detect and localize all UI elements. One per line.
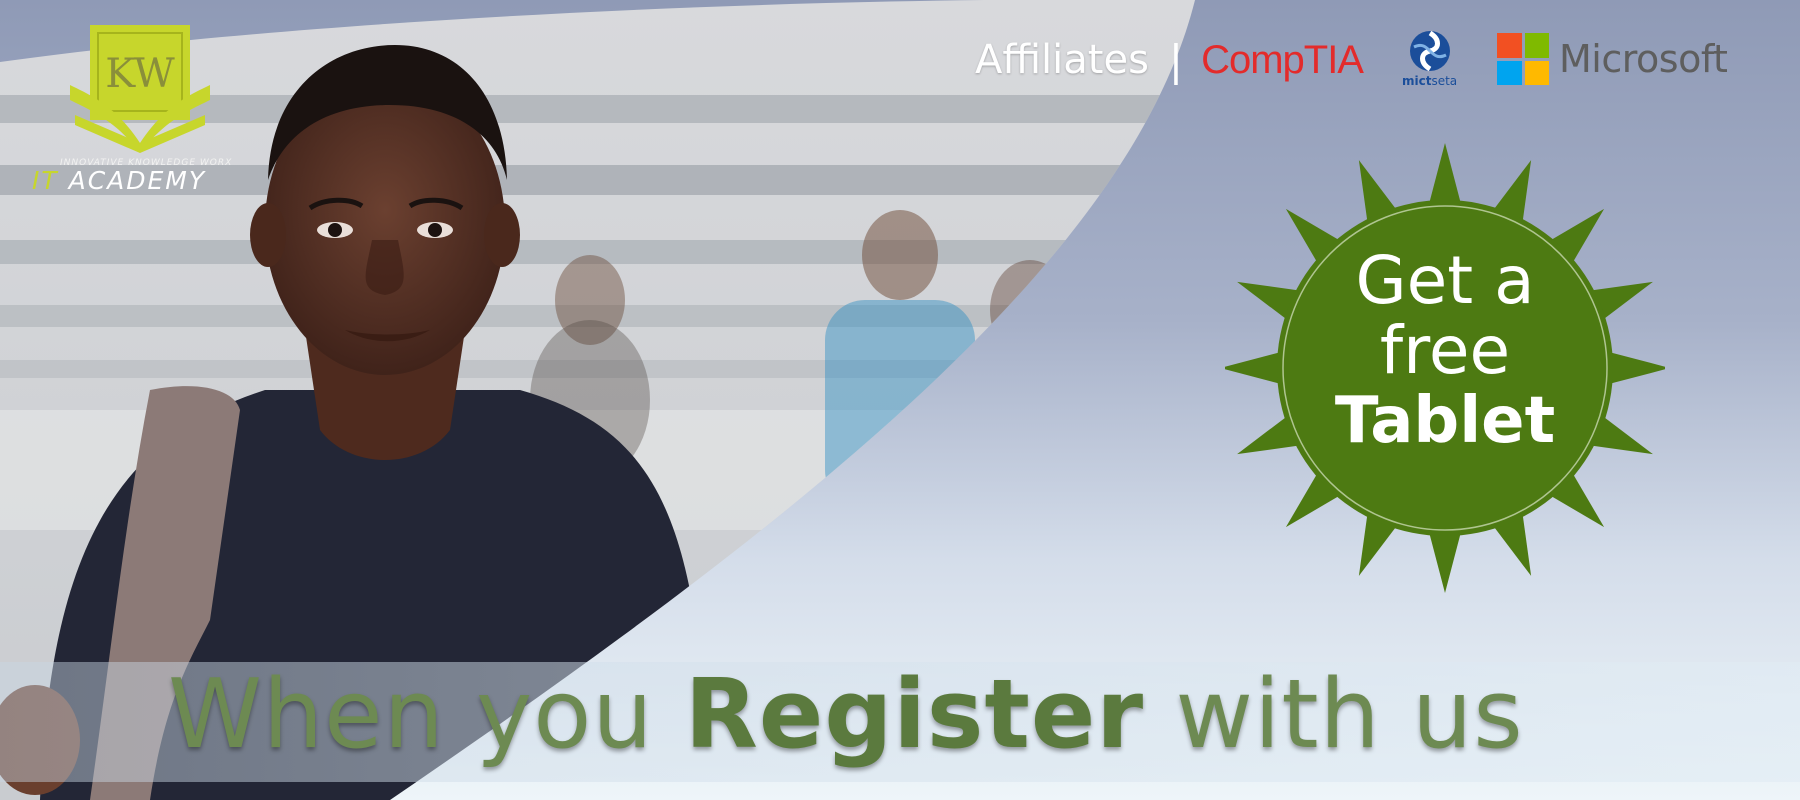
headline-part-1: When you <box>168 660 685 770</box>
badge-line-1: Get a <box>1355 242 1535 319</box>
comptia-logo[interactable]: CompTIA <box>1201 38 1364 83</box>
badge-ray <box>1225 350 1286 386</box>
badge-ray <box>1604 350 1665 386</box>
headline-emphasis: Register <box>684 660 1145 770</box>
windows-icon <box>1497 33 1549 85</box>
mictseta-label: mictseta <box>1402 74 1457 88</box>
affiliates-label: Affiliates <box>975 37 1149 83</box>
headline: When you Register with us <box>168 660 1524 770</box>
mict-bold: mict <box>1402 74 1432 88</box>
logo-name: IT ACADEMY <box>32 166 206 195</box>
badge-ray <box>1427 527 1463 593</box>
affiliates-bar: Affiliates | CompTIA <box>975 30 1364 90</box>
logo-name-rest: ACADEMY <box>58 166 207 195</box>
badge-line-2: free <box>1379 312 1511 389</box>
badge-text: Get a free Tablet <box>1295 242 1595 458</box>
affiliates-separator: | <box>1168 35 1184 85</box>
microsoft-logo[interactable]: Microsoft <box>1497 33 1728 85</box>
microsoft-label: Microsoft <box>1559 37 1728 81</box>
badge-ray <box>1427 143 1463 209</box>
logo-monogram: KW <box>105 51 175 97</box>
badge-line-3: Tablet <box>1334 384 1556 458</box>
promo-banner: KW INNOVATIVE KNOWLEDGE WORX IT ACADEMY … <box>0 0 1800 800</box>
headline-part-2: with us <box>1144 660 1524 770</box>
logo-name-it: IT <box>32 166 59 195</box>
mict-rest: seta <box>1431 74 1458 88</box>
